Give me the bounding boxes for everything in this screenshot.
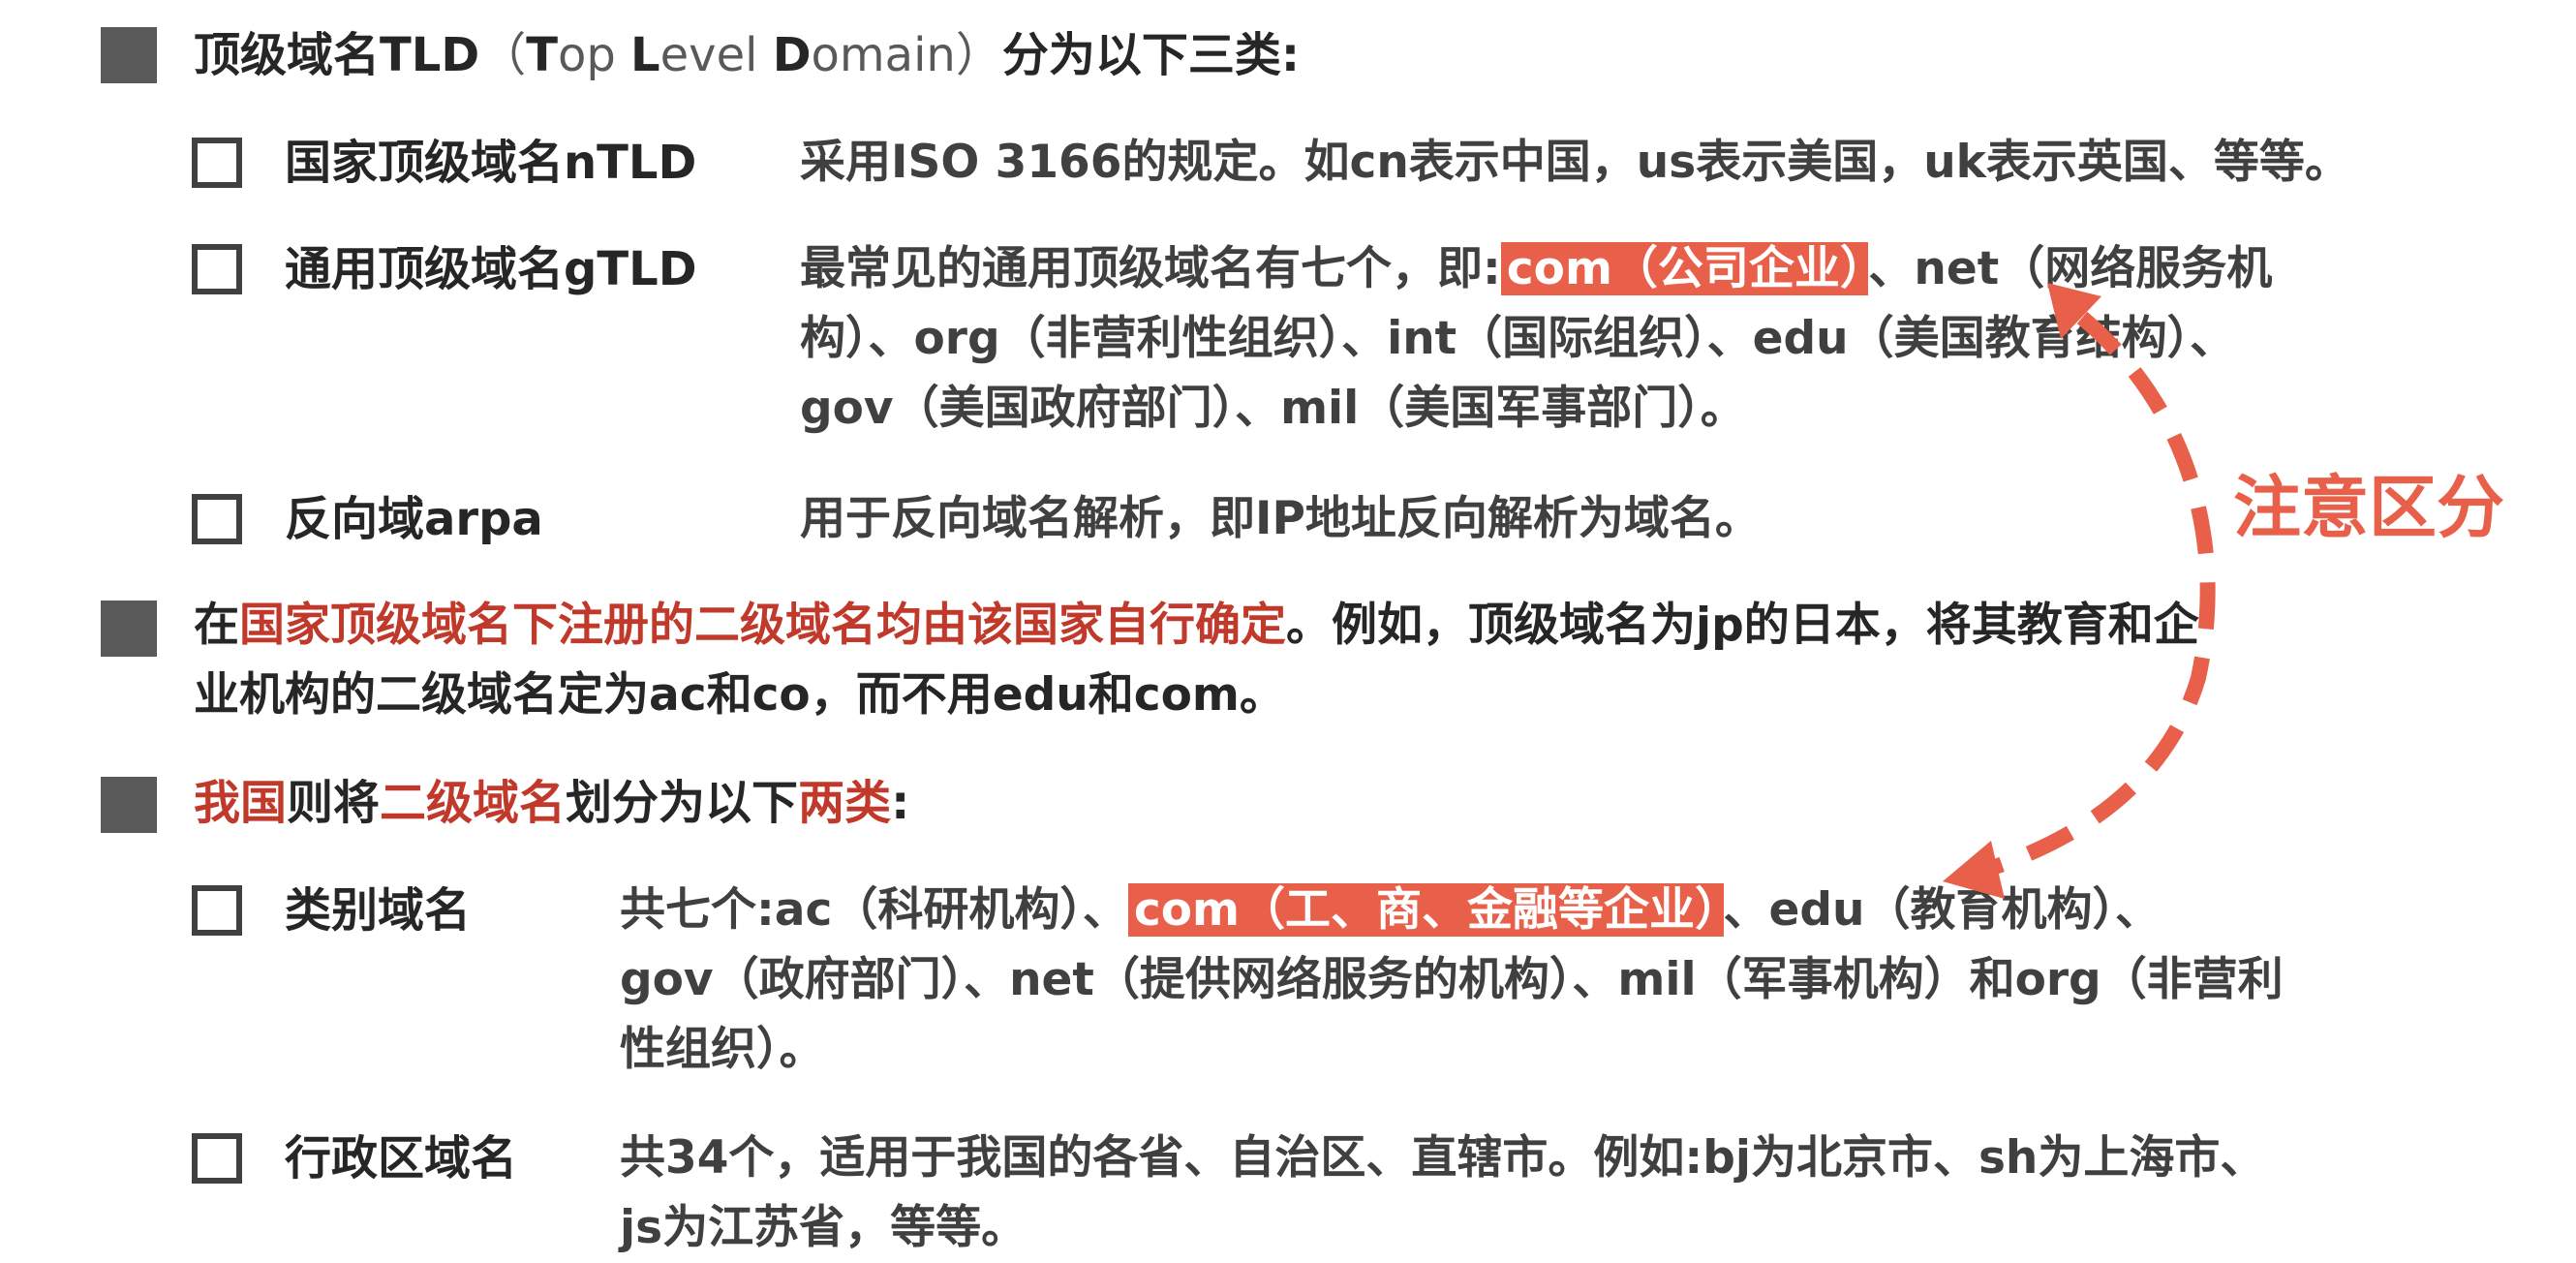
double-arrow-icon [1943, 283, 2216, 899]
